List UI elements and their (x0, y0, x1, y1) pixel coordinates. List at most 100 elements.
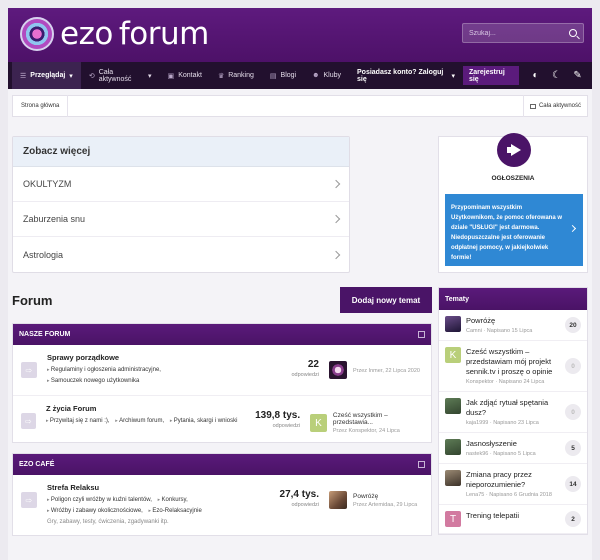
nav-browse[interactable]: ☰ Przeglądaj ▾ (12, 62, 81, 89)
avatar[interactable]: K (310, 414, 327, 432)
subforum-list: Regulaminy i ogłoszenia administracyjne,… (47, 365, 267, 387)
activity-icon: ⟲ (88, 72, 95, 80)
topic-body: Zmiana pracy przez nieporozumienie? Lena… (466, 470, 566, 498)
announcement-text: Przypominam wszystkim Użytkownikom, że p… (451, 205, 563, 261)
last-post-info: Przez Inmer, 22 Lipca 2020 (353, 366, 420, 374)
topic-item[interactable]: Zmiana pracy przez nieporozumienie? Lena… (439, 464, 587, 505)
last-post-meta: Przez Artemidaa, 29 Lipca (353, 501, 418, 508)
avatar[interactable]: T (445, 511, 461, 527)
search-icon[interactable] (569, 29, 577, 37)
subforum-link[interactable]: Archiwum forum, (115, 418, 164, 424)
avatar[interactable]: K (445, 347, 461, 363)
search-input[interactable] (469, 29, 569, 37)
see-more-item[interactable]: OKULTYZM (13, 167, 349, 202)
avatar[interactable] (445, 398, 461, 414)
collapse-icon[interactable] (418, 461, 425, 468)
nav-contact[interactable]: ▣ Kontakt (160, 62, 210, 89)
subforum-link[interactable]: Konkursy, (158, 497, 188, 503)
announcements-widget: OGŁOSZENIA Przypominam wszystkim Użytkow… (438, 133, 588, 273)
last-post-title[interactable]: Powróżę (353, 493, 417, 500)
topic-body: Cześć wszystkim – przedstawiam mój proje… (466, 347, 566, 385)
node-title[interactable]: Sprawy porządkowe (47, 353, 267, 362)
reply-count-badge: 14 (565, 476, 581, 492)
see-more-item[interactable]: Zaburzenia snu (13, 202, 349, 237)
see-more-item-label: OKULTYZM (23, 179, 72, 189)
search-box[interactable] (462, 23, 584, 43)
nav-account: Posiadasz konto? Zaloguj się ▾ Zarejestr… (349, 62, 588, 89)
topic-title[interactable]: Cześć wszystkim – przedstawiam mój proje… (466, 347, 566, 377)
last-post-title[interactable]: Cześć wszystkim – przedstawia... (333, 412, 423, 426)
chevron-right-icon (568, 224, 577, 233)
announcement-badge (497, 133, 531, 167)
last-post: K Cześć wszystkim – przedstawia... Przez… (310, 412, 423, 434)
nav-ranking[interactable]: ♛ Ranking (210, 62, 262, 89)
topic-item[interactable]: Jasnosłyszenie nastek96 · Napisano 5 Lip… (439, 433, 587, 464)
main-column: Zobacz więcej OKULTYZM Zaburzenia snu As… (12, 128, 432, 536)
category-name: EZO CAFÉ (19, 461, 55, 468)
chevron-right-icon (331, 179, 341, 189)
topic-item[interactable]: K Cześć wszystkim – przedstawiam mój pro… (439, 341, 587, 392)
avatar[interactable] (445, 470, 461, 486)
subforum-link[interactable]: Poligon czyli wróżby w kuźni talentów, (47, 497, 152, 503)
forum-read-icon: ⇨ (21, 413, 36, 429)
subforum-list: Przywitaj się z nami :), Archiwum forum,… (46, 416, 252, 427)
node-stats: 22 odpowiedzi (267, 359, 319, 378)
topic-item[interactable]: Jak zdjąć rytuał spętania dusz? kaja1999… (439, 392, 587, 433)
last-post-info: Powróżę Przez Artemidaa, 29 Lipca (353, 493, 417, 508)
forum-read-icon: ⇨ (21, 492, 37, 508)
topic-item[interactable]: Powróżę Camni · Napisano 15 Lipca 20 (439, 310, 587, 341)
site-logo[interactable]: ezo forum (20, 16, 209, 52)
contrast-toggle-icon[interactable]: ◐ (529, 69, 542, 83)
reply-count-badge: 0 (565, 404, 581, 420)
nav-browse-label: Przeglądaj (30, 72, 66, 79)
collapse-icon[interactable] (418, 331, 425, 338)
avatar[interactable] (329, 361, 347, 379)
breadcrumb-home[interactable]: Strona główna (13, 95, 69, 117)
brush-icon[interactable]: ✎ (571, 69, 584, 83)
subforum-link[interactable]: Ezo-Relaksacyjnie (149, 508, 202, 514)
nav-activity[interactable]: ⟲ Cała aktywność ▾ (81, 62, 160, 89)
nav-clubs[interactable]: ☻ Kluby (304, 62, 349, 89)
subforum-link[interactable]: Regulaminy i ogłoszenia administracyjne, (47, 367, 161, 373)
forum-category: NASZE FORUM ⇨ Sprawy porządkowe Regulami… (12, 323, 432, 443)
see-more-widget: Zobacz więcej OKULTYZM Zaburzenia snu As… (12, 136, 350, 273)
last-post-meta: Przez Inmer, 22 Lipca 2020 (353, 368, 420, 374)
topic-title[interactable]: Powróżę (466, 316, 566, 326)
avatar[interactable] (445, 316, 461, 332)
see-more-title: Zobacz więcej (13, 137, 349, 167)
node-body: Sprawy porządkowe Regulaminy i ogłoszeni… (47, 353, 267, 387)
topic-title[interactable]: Jak zdjąć rytuał spętania dusz? (466, 398, 566, 418)
new-topic-button[interactable]: Dodaj nowy temat (340, 287, 432, 313)
all-activity-link[interactable]: Cała aktywność (522, 95, 587, 117)
activity-grid-icon (529, 103, 536, 109)
moon-icon[interactable]: ☾ (550, 69, 563, 83)
topic-body: Jasnosłyszenie nastek96 · Napisano 5 Lip… (466, 439, 566, 457)
last-post-meta: Przez Konspektor, 24 Lipca (332, 428, 400, 434)
nav-clubs-label: Kluby (323, 72, 341, 79)
sidebar: OGŁOSZENIA Przypominam wszystkim Użytkow… (438, 133, 588, 535)
node-title[interactable]: Strefa Relaksu (47, 483, 267, 492)
announcement-card[interactable]: Przypominam wszystkim Użytkownikom, że p… (445, 194, 583, 266)
subforum-link[interactable]: Samouczek nowego użytkownika (47, 378, 139, 384)
contact-icon: ▣ (167, 72, 175, 80)
forum-node: ⇨ Z życia Forum Przywitaj się z nami :),… (13, 396, 431, 442)
subforum-link[interactable]: Pytania, skargi i wnioski (170, 418, 238, 424)
topic-meta: Camni · Napisano 15 Lipca (466, 328, 533, 334)
topic-body: Powróżę Camni · Napisano 15 Lipca (466, 316, 566, 334)
avatar[interactable] (329, 491, 347, 509)
node-title[interactable]: Z życia Forum (46, 404, 252, 413)
avatar[interactable] (445, 439, 461, 455)
node-stats: 27,4 tys. odpowiedzi (267, 489, 319, 508)
register-button[interactable]: Zarejestruj się (462, 66, 520, 85)
reply-count-label: odpowiedzi (272, 423, 301, 429)
subforum-link[interactable]: Wróżby i zabawy okolicznościowe, (47, 508, 143, 514)
login-link[interactable]: Posiadasz konto? Zaloguj się ▾ (349, 62, 463, 89)
topic-body: Trening telepatii (466, 511, 566, 523)
topic-item[interactable]: T Trening telepatii 2 (439, 505, 587, 534)
topic-title[interactable]: Zmiana pracy przez nieporozumienie? (466, 470, 566, 490)
subforum-link[interactable]: Przywitaj się z nami :), (46, 418, 110, 424)
nav-blogs[interactable]: ▤ Blogi (262, 62, 304, 89)
topic-title[interactable]: Trening telepatii (466, 511, 566, 521)
see-more-item[interactable]: Astrologia (13, 237, 349, 272)
topic-title[interactable]: Jasnosłyszenie (466, 439, 566, 449)
